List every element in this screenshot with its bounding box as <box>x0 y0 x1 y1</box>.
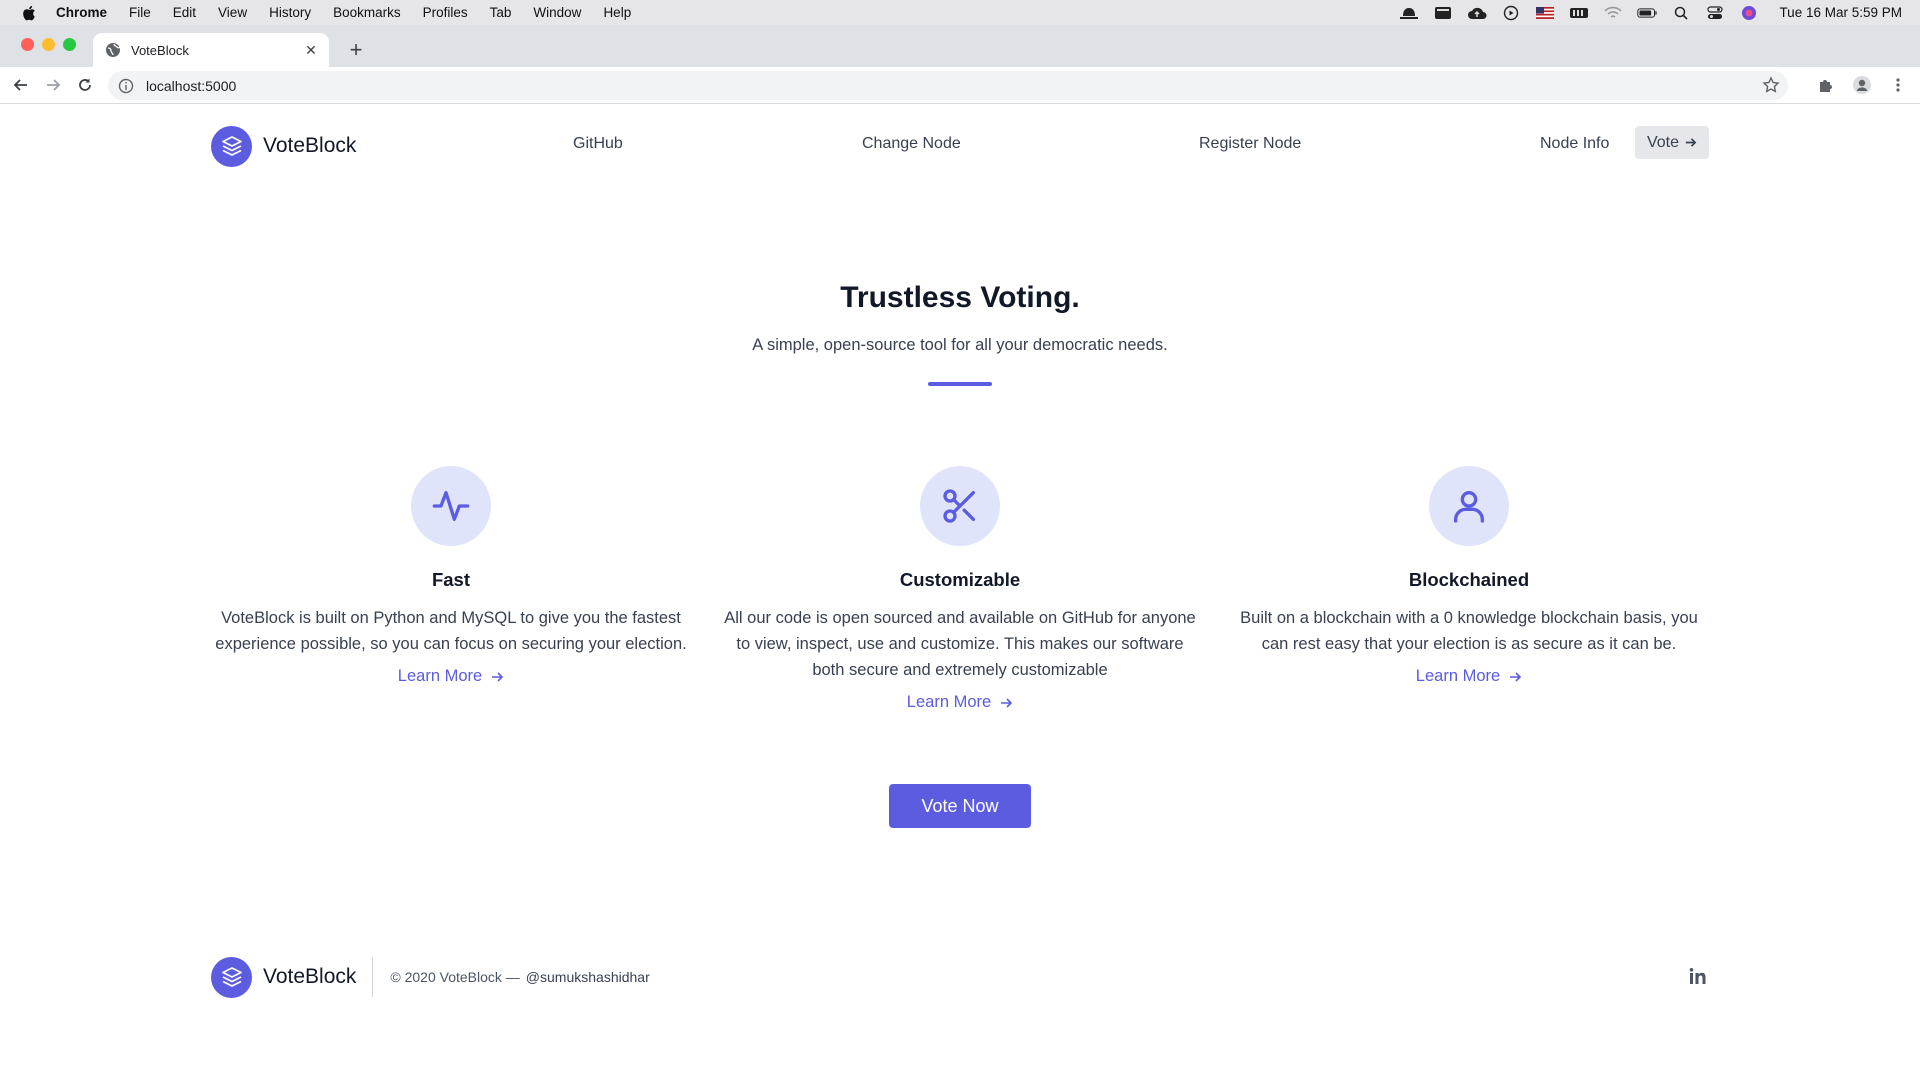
chrome-menu-icon[interactable] <box>1886 73 1910 97</box>
vote-button[interactable]: Vote <box>1634 126 1709 159</box>
address-url: localhost:5000 <box>146 77 237 94</box>
learn-more-link[interactable]: Learn More <box>1416 667 1522 686</box>
control-center-icon[interactable] <box>1705 5 1725 20</box>
back-arrow-icon[interactable] <box>10 74 32 96</box>
spotlight-search-icon[interactable] <box>1671 6 1691 20</box>
globe-icon <box>106 43 121 57</box>
menu-view[interactable]: View <box>218 5 247 20</box>
footer-copyright: © 2020 VoteBlock — <box>390 969 520 985</box>
browser-tab-strip: VoteBlock ✕ + <box>0 25 1920 67</box>
menu-bookmarks[interactable]: Bookmarks <box>333 5 401 20</box>
feature-description: VoteBlock is built on Python and MySQL t… <box>215 609 687 653</box>
footer-divider <box>372 957 374 997</box>
play-circle-icon[interactable] <box>1501 5 1521 20</box>
learn-more-label: Learn More <box>906 693 992 711</box>
bookmark-star-icon[interactable] <box>1762 76 1780 94</box>
feature-title: Customizable <box>899 569 1021 590</box>
menu-tab[interactable]: Tab <box>490 5 512 20</box>
feature-title: Blockchained <box>1408 569 1530 590</box>
feature-fast: Fast VoteBlock is built on Python and My… <box>211 466 691 686</box>
address-bar[interactable]: localhost:5000 <box>108 71 1788 100</box>
menubar-clock[interactable]: Tue 16 Mar 5:59 PM <box>1779 5 1902 20</box>
reload-icon[interactable] <box>74 74 96 96</box>
siri-icon[interactable] <box>1739 5 1759 20</box>
profile-avatar-icon[interactable] <box>1850 73 1874 97</box>
feature-description: All our code is open sourced and availab… <box>724 609 1196 679</box>
keyboard-icon[interactable] <box>1569 6 1589 20</box>
menu-file[interactable]: File <box>129 5 151 20</box>
voteblock-page: VoteBlock GitHub Change Node Register No… <box>0 104 1920 1080</box>
tab-title: VoteBlock <box>131 42 189 58</box>
browser-toolbar: localhost:5000 <box>0 67 1920 104</box>
cloud-upload-icon[interactable] <box>1467 6 1487 20</box>
us-flag-icon[interactable] <box>1535 6 1555 20</box>
apple-icon[interactable] <box>22 5 36 21</box>
menu-window[interactable]: Window <box>533 5 581 20</box>
nav-register-node[interactable]: Register Node <box>1199 135 1301 153</box>
site-footer: VoteBlock © 2020 VoteBlock — @sumukshash… <box>211 955 1709 999</box>
nav-node-info[interactable]: Node Info <box>1540 135 1609 153</box>
learn-more-link[interactable]: Learn More <box>907 693 1013 712</box>
nav-github[interactable]: GitHub <box>573 135 623 153</box>
user-icon <box>1454 491 1484 523</box>
footer-brand-name: VoteBlock <box>263 965 357 988</box>
menu-history[interactable]: History <box>269 5 311 20</box>
feature-description: Built on a blockchain with a 0 knowledge… <box>1240 609 1698 653</box>
forward-arrow-icon[interactable] <box>42 74 64 96</box>
vote-button-label: Vote <box>1646 133 1679 151</box>
voteblock-logo[interactable] <box>211 125 252 167</box>
minimize-window-button[interactable] <box>42 38 55 51</box>
feature-icon-circle <box>411 466 491 546</box>
footer-author-link[interactable]: @sumukshashidhar <box>526 969 650 985</box>
footer-logo[interactable] <box>211 956 252 998</box>
layers-icon <box>221 136 242 156</box>
hero-subtitle: A simple, open-source tool for all your … <box>752 336 1168 354</box>
learn-more-label: Learn More <box>397 667 483 685</box>
arrow-right-icon <box>1001 697 1013 708</box>
vote-now-button[interactable]: Vote Now <box>889 784 1031 828</box>
menu-app-chrome[interactable]: Chrome <box>56 5 107 20</box>
screen-icon[interactable] <box>1433 6 1453 20</box>
arrow-right-icon <box>1685 138 1697 147</box>
wifi-icon[interactable] <box>1603 6 1623 20</box>
extensions-puzzle-icon[interactable] <box>1814 73 1838 97</box>
close-window-button[interactable] <box>21 38 34 51</box>
hero-title: Trustless Voting. <box>840 281 1080 314</box>
hero-divider <box>928 382 992 386</box>
brand-name[interactable]: VoteBlock <box>263 134 356 158</box>
menubar-status-area: Tue 16 Mar 5:59 PM <box>1399 0 1902 25</box>
activity-icon <box>432 491 470 521</box>
menu-help[interactable]: Help <box>603 5 631 20</box>
learn-more-link[interactable]: Learn More <box>398 667 504 686</box>
toolbar-actions <box>1814 73 1910 97</box>
feature-icon-circle <box>1429 466 1509 546</box>
arrow-right-icon <box>492 671 504 682</box>
nav-change-node[interactable]: Change Node <box>862 135 961 153</box>
maximize-window-button[interactable] <box>63 38 76 51</box>
macos-menubar: Chrome File Edit View History Bookmarks … <box>0 0 1920 25</box>
linkedin-icon[interactable] <box>1689 967 1709 987</box>
new-tab-button[interactable]: + <box>345 37 367 62</box>
menu-profiles[interactable]: Profiles <box>423 5 468 20</box>
feature-customizable: Customizable All our code is open source… <box>720 466 1200 712</box>
browser-tab-voteblock[interactable]: VoteBlock ✕ <box>93 33 329 67</box>
menu-edit[interactable]: Edit <box>173 5 196 20</box>
window-controls <box>21 38 76 51</box>
feature-title: Fast <box>431 569 471 590</box>
layers-icon <box>221 967 242 987</box>
scissors-icon <box>943 489 975 523</box>
learn-more-label: Learn More <box>1415 667 1501 685</box>
hat-icon[interactable] <box>1399 6 1419 20</box>
feature-blockchained: Blockchained Built on a blockchain with … <box>1229 466 1709 686</box>
site-info-icon[interactable] <box>118 78 134 94</box>
close-tab-icon[interactable]: ✕ <box>303 42 319 58</box>
battery-icon[interactable] <box>1637 6 1658 20</box>
feature-icon-circle <box>920 466 1000 546</box>
arrow-right-icon <box>1510 671 1522 682</box>
site-header: VoteBlock GitHub Change Node Register No… <box>211 123 1709 169</box>
